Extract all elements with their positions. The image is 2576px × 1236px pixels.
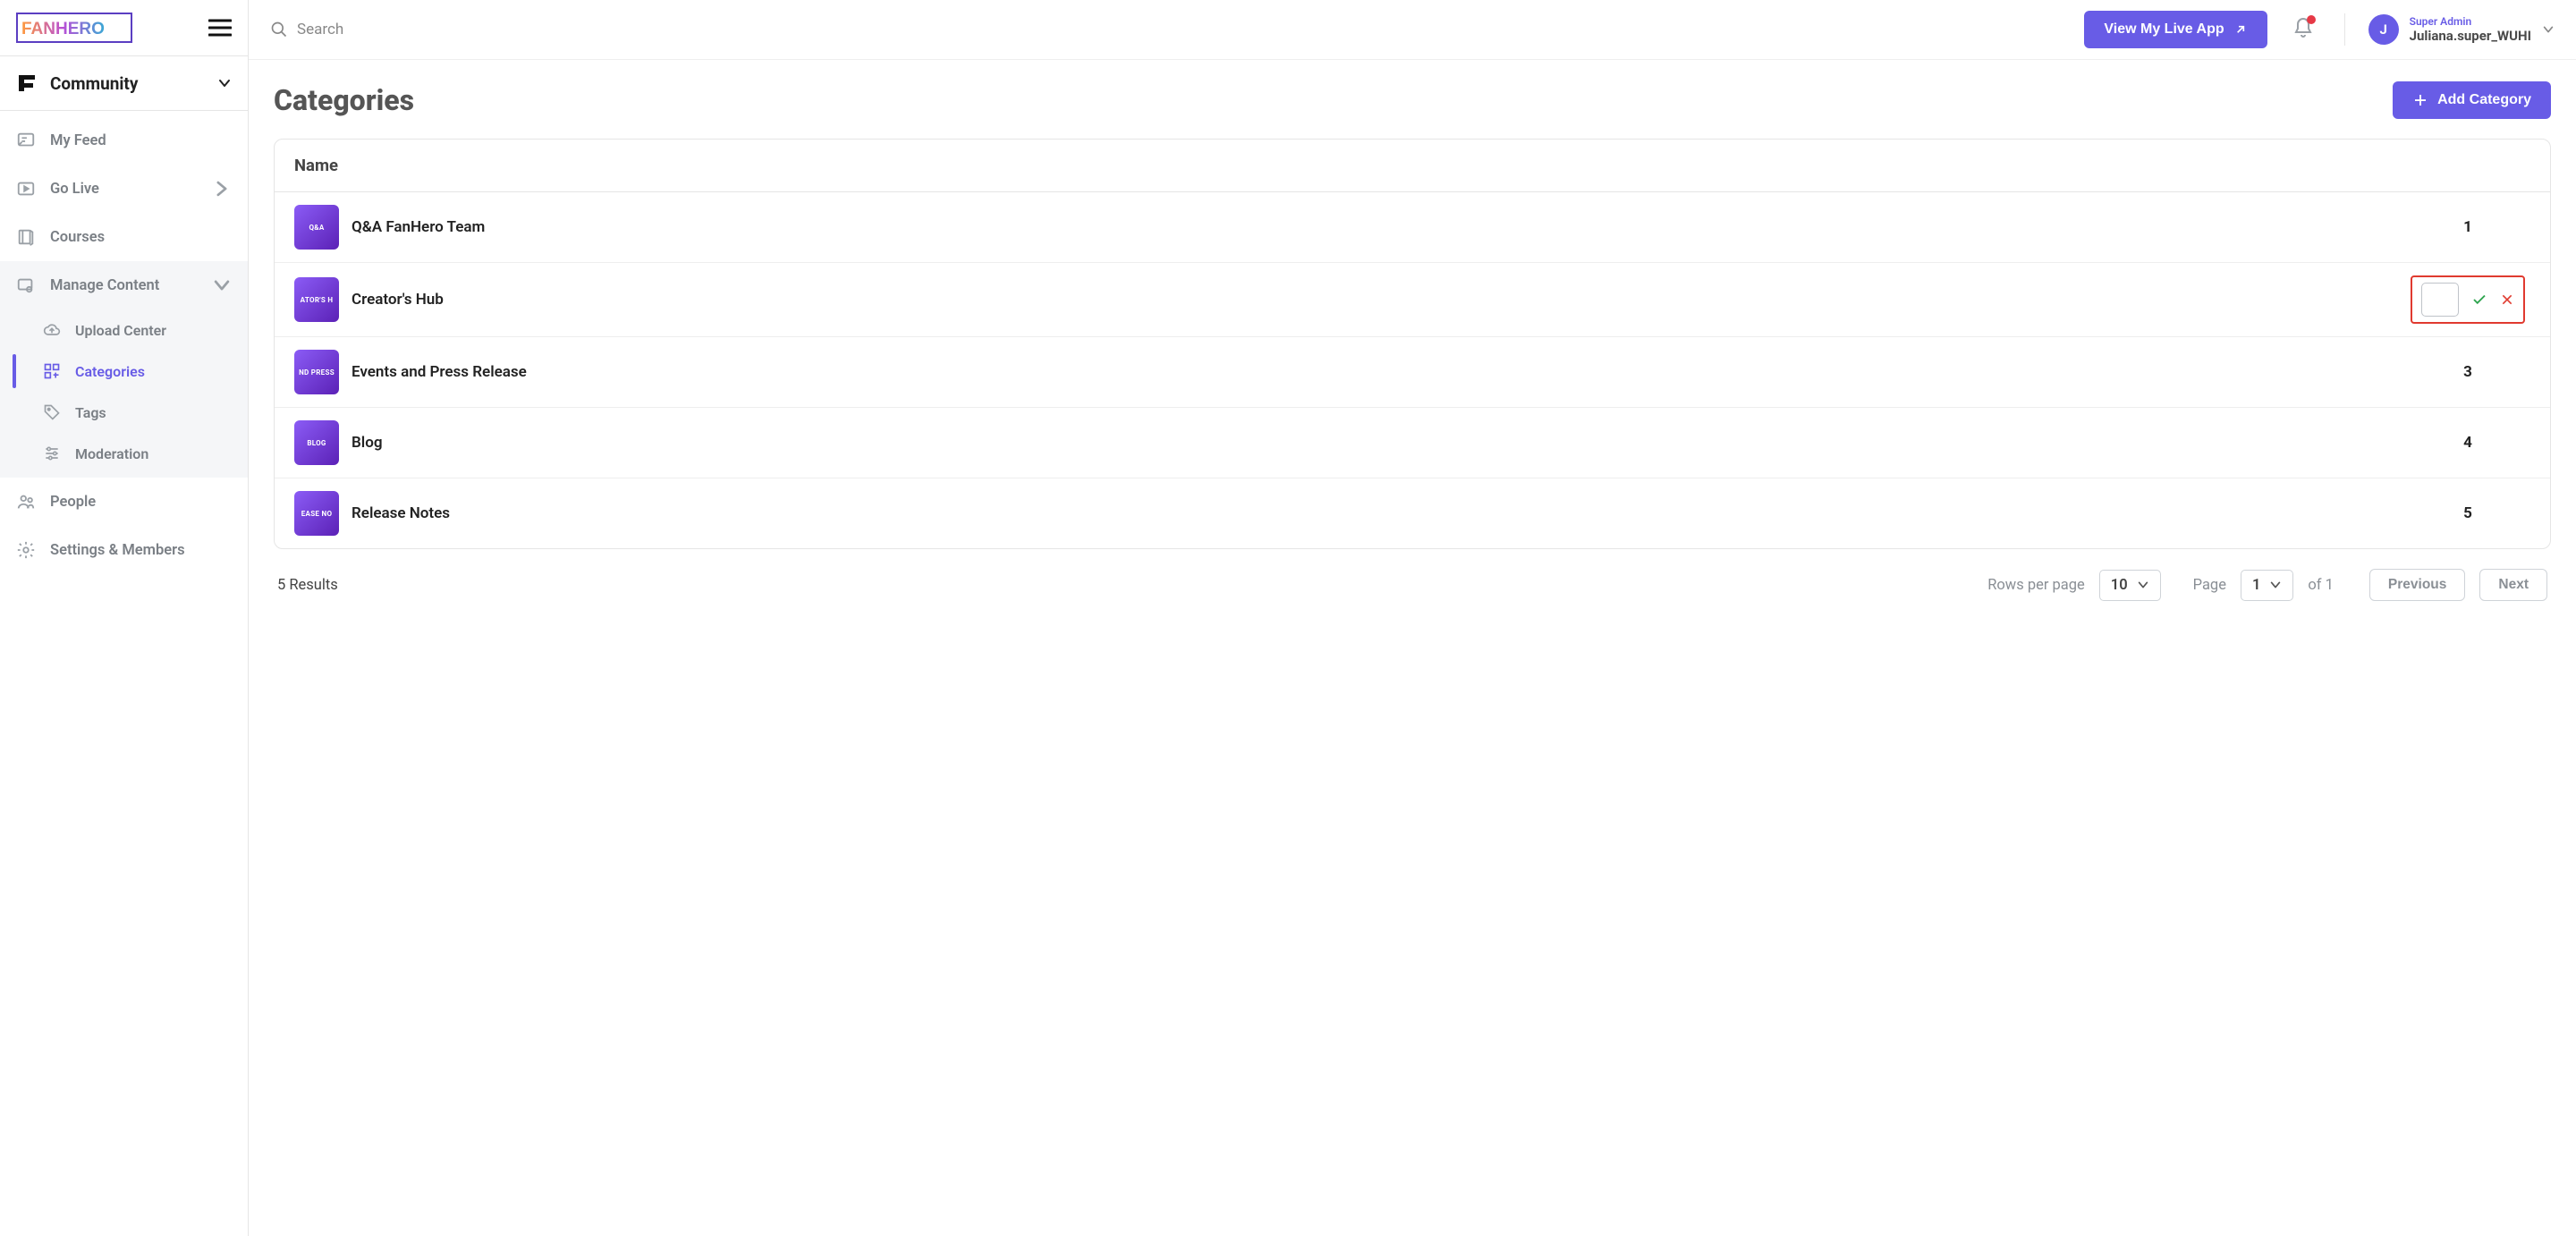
community-selector[interactable]: Community (0, 56, 248, 111)
column-header-name: Name (275, 140, 2550, 192)
rows-per-page-value: 10 (2111, 577, 2128, 594)
view-live-app-button[interactable]: View My Live App (2084, 11, 2267, 48)
user-role: Super Admin (2410, 15, 2531, 28)
category-name: Release Notes (352, 504, 2405, 522)
category-count[interactable]: 1 (2405, 218, 2530, 236)
menu-toggle-icon[interactable] (208, 18, 232, 38)
category-thumb: Q&A (294, 205, 339, 250)
sidebar-item-label: People (50, 494, 96, 511)
sidebar-item-manage-content[interactable]: Manage Content (0, 261, 248, 309)
search-input[interactable]: Search (270, 21, 343, 38)
page-of-label: of 1 (2308, 577, 2334, 594)
cloud-upload-icon (43, 321, 61, 339)
next-button[interactable]: Next (2479, 569, 2547, 601)
user-name: Juliana.super_WUHI (2410, 28, 2531, 44)
chevron-down-icon (217, 76, 232, 90)
category-name: Events and Press Release (352, 363, 2405, 381)
previous-button[interactable]: Previous (2369, 569, 2465, 601)
sidebar-item-label: Manage Content (50, 277, 159, 294)
count-edit-box (2411, 275, 2525, 324)
sidebar-sub-tags[interactable]: Tags (0, 392, 248, 433)
notification-dot (2307, 15, 2316, 24)
sidebar-item-label: Go Live (50, 181, 99, 198)
sidebar-item-courses[interactable]: Courses (0, 213, 248, 261)
box-gear-icon (16, 275, 36, 295)
feed-icon (16, 131, 36, 150)
user-menu[interactable]: J Super Admin Juliana.super_WUHI (2368, 14, 2555, 45)
table-row[interactable]: ATOR'S H Creator's Hub (275, 263, 2550, 337)
brand-logo: FANHERO (16, 13, 132, 43)
chevron-right-icon (212, 179, 232, 199)
category-count[interactable]: 4 (2405, 434, 2530, 452)
sidebar-sub-label: Tags (75, 404, 106, 421)
table-row[interactable]: ND PRESS Events and Press Release 3 (275, 337, 2550, 408)
category-thumb: EASE NO (294, 491, 339, 536)
sidebar-item-label: Settings & Members (50, 542, 185, 559)
grid-plus-icon (43, 362, 61, 380)
sidebar-sub-label: Moderation (75, 445, 148, 462)
chevron-down-icon (2542, 23, 2555, 36)
sidebar-item-my-feed[interactable]: My Feed (0, 116, 248, 165)
category-thumb: BLOG (294, 420, 339, 465)
page-title: Categories (274, 83, 414, 117)
categories-table: Name Q&A Q&A FanHero Team 1 ATOR'S H Cre… (274, 139, 2551, 549)
sidebar-sub-categories[interactable]: Categories (0, 351, 248, 392)
add-category-button[interactable]: Add Category (2393, 81, 2551, 119)
confirm-icon[interactable] (2471, 292, 2487, 308)
community-label: Community (50, 73, 138, 94)
play-icon (16, 179, 36, 199)
table-row[interactable]: EASE NO Release Notes 5 (275, 478, 2550, 548)
sidebar-item-label: My Feed (50, 132, 106, 149)
table-row[interactable]: BLOG Blog 4 (275, 408, 2550, 478)
sliders-icon (43, 444, 61, 462)
divider (2344, 13, 2345, 46)
plus-icon (2412, 92, 2428, 108)
chevron-down-icon (2137, 579, 2149, 591)
category-count[interactable]: 5 (2405, 504, 2530, 522)
category-name: Q&A FanHero Team (352, 218, 2405, 236)
count-input[interactable] (2421, 283, 2459, 317)
rows-per-page-label: Rows per page (1987, 577, 2085, 594)
sidebar-item-settings[interactable]: Settings & Members (0, 526, 248, 574)
avatar: J (2368, 14, 2399, 45)
cancel-icon[interactable] (2500, 292, 2514, 307)
page-label: Page (2193, 577, 2226, 594)
notifications-button[interactable] (2285, 17, 2321, 42)
sidebar-sub-label: Categories (75, 363, 145, 380)
category-count-editing (2405, 275, 2530, 324)
search-icon (270, 21, 288, 38)
tag-icon (43, 403, 61, 421)
button-label: Add Category (2437, 92, 2531, 108)
category-name: Blog (352, 434, 2405, 452)
community-logo-icon (16, 72, 38, 94)
gear-icon (16, 540, 36, 560)
book-icon (16, 227, 36, 247)
category-count[interactable]: 3 (2405, 363, 2530, 381)
results-count: 5 Results (277, 577, 338, 594)
people-icon (16, 492, 36, 512)
chevron-down-icon (212, 275, 232, 295)
rows-per-page-select[interactable]: 10 (2099, 570, 2161, 601)
chevron-down-icon (2269, 579, 2282, 591)
button-label: View My Live App (2104, 21, 2224, 38)
search-placeholder: Search (297, 21, 343, 38)
page-value: 1 (2252, 577, 2260, 594)
page-select[interactable]: 1 (2241, 570, 2293, 601)
sidebar-sub-upload-center[interactable]: Upload Center (0, 309, 248, 351)
sidebar-sub-label: Upload Center (75, 322, 166, 339)
sidebar-sub-moderation[interactable]: Moderation (0, 433, 248, 474)
category-thumb: ND PRESS (294, 350, 339, 394)
sidebar-item-go-live[interactable]: Go Live (0, 165, 248, 213)
svg-text:FANHERO: FANHERO (21, 20, 105, 38)
category-thumb: ATOR'S H (294, 277, 339, 322)
sidebar-item-label: Courses (50, 229, 105, 246)
sidebar-item-people[interactable]: People (0, 478, 248, 526)
external-link-icon (2233, 22, 2248, 37)
category-name: Creator's Hub (352, 291, 2405, 309)
table-row[interactable]: Q&A Q&A FanHero Team 1 (275, 192, 2550, 263)
